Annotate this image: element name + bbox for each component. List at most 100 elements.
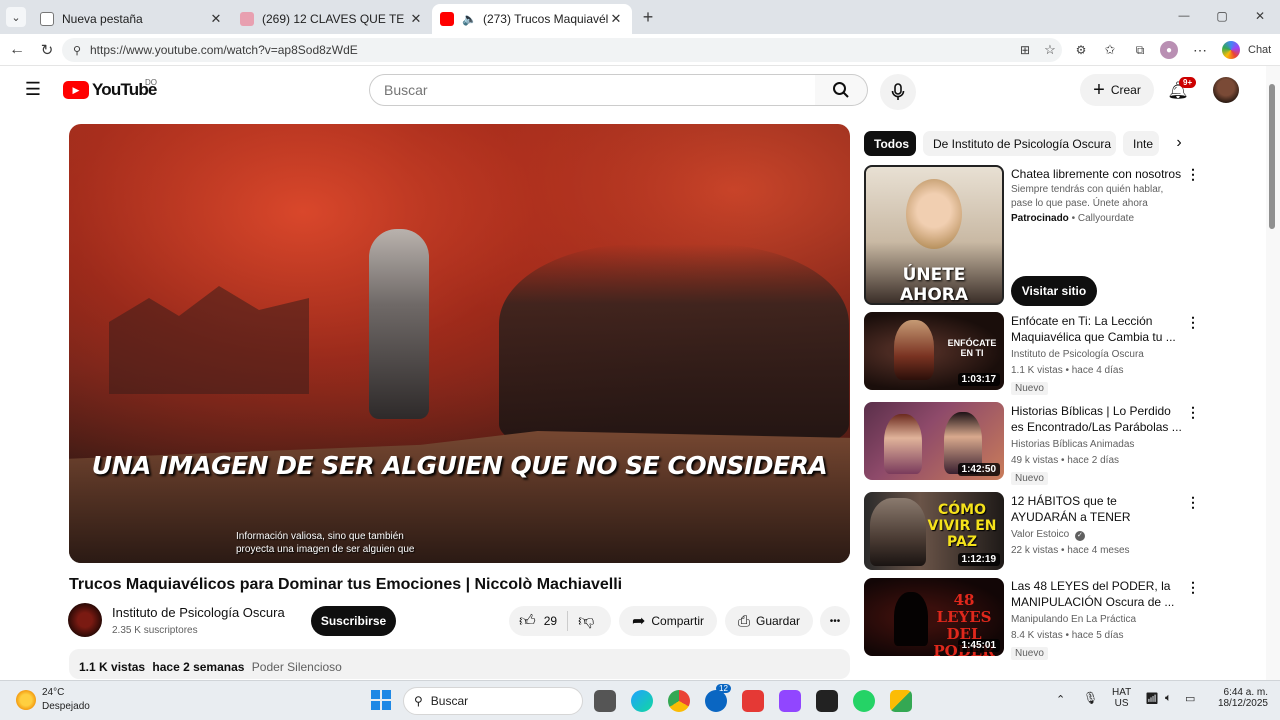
microphone-icon[interactable]: 🎙︎	[1083, 691, 1098, 705]
ad-sponsor-line: Patrocinado • Callyourdate	[1011, 213, 1135, 224]
app-icon[interactable]	[890, 690, 912, 712]
tab-youtube-12-claves[interactable]: (269) 12 CLAVES QUE TE HARÁN S ✕	[232, 4, 432, 34]
url-text: https://www.youtube.com/watch?v=ap8Sod8z…	[90, 43, 358, 57]
kebab-menu-icon[interactable]: ⋮	[1186, 579, 1200, 596]
profile-icon[interactable]: ●	[1160, 41, 1178, 59]
collections-icon[interactable]: ⧉	[1132, 42, 1148, 58]
language-code: HAT	[1112, 687, 1132, 698]
tab-list-chevron-icon[interactable]: ⌄	[6, 7, 26, 27]
ad-thumbnail[interactable]: ÚNETE AHORA	[864, 165, 1004, 305]
windows-start-icon[interactable]	[371, 690, 391, 710]
tab-new-tab[interactable]: Nueva pestaña ✕	[32, 4, 232, 34]
taskbar-search-box[interactable]: ⚲ Buscar	[403, 687, 583, 715]
army-image	[499, 244, 849, 444]
video-title[interactable]: Enfócate en Ti: La Lección Maquiavélica …	[1011, 313, 1183, 345]
channel-name[interactable]: Valor Estoico	[1011, 529, 1069, 540]
ad-thumb-line: AHORA	[899, 285, 969, 305]
search-icon: ⚲	[414, 694, 423, 708]
video-thumbnail[interactable]: CÓMO VIVIR EN PAZ 1:12:19	[864, 492, 1004, 570]
channel-avatar[interactable]	[68, 603, 102, 637]
user-avatar[interactable]	[1213, 77, 1239, 103]
like-icon[interactable]: 👍︎	[519, 612, 536, 631]
speaker-icon[interactable]: 🔈	[462, 12, 477, 26]
search-button[interactable]	[815, 74, 868, 106]
back-arrow-icon[interactable]: ←	[8, 41, 26, 59]
video-title[interactable]: 12 HÁBITOS que te AYUDARÁN a TENER CONTR…	[1011, 493, 1183, 525]
clock[interactable]: 6:44 a. m. 18/12/2025	[1210, 687, 1268, 709]
subscribe-button[interactable]: Suscribirse	[311, 606, 396, 636]
favorites-icon[interactable]: ✩	[1102, 42, 1118, 58]
chat-label[interactable]: Chat	[1248, 44, 1271, 56]
channel-name[interactable]: Instituto de Psicología Oscura	[112, 605, 285, 620]
whatsapp-icon[interactable]	[853, 690, 875, 712]
youtube-favicon-icon	[440, 12, 454, 26]
visit-site-button[interactable]: Visitar sitio	[1011, 276, 1097, 306]
twitch-icon[interactable]	[779, 690, 801, 712]
scrollbar-thumb[interactable]	[1269, 84, 1275, 229]
more-actions-button[interactable]: •••	[820, 606, 850, 636]
extensions-icon[interactable]: ⚙	[1073, 42, 1089, 58]
store-icon[interactable]	[705, 690, 727, 712]
description-box[interactable]: 1.1 K vistas hace 2 semanas Poder Silenc…	[69, 649, 850, 679]
app-grid-icon[interactable]: ⊞	[1017, 42, 1033, 58]
tab-close-icon[interactable]: ✕	[408, 11, 424, 27]
kebab-menu-icon[interactable]: ⋮	[1186, 314, 1200, 331]
capcut-icon[interactable]	[816, 690, 838, 712]
youtube-logo[interactable]: ▶ YouTube	[63, 80, 157, 100]
video-title[interactable]: Las 48 LEYES del PODER, la MANIPULACIÓN …	[1011, 578, 1183, 610]
kebab-menu-icon[interactable]: ⋮	[1186, 404, 1200, 421]
kebab-menu-icon[interactable]: ⋮	[1186, 166, 1200, 183]
tab-close-icon[interactable]: ✕	[608, 11, 624, 27]
like-count[interactable]: 29	[544, 614, 557, 628]
volume-icon[interactable]: 🔈︎	[1165, 692, 1172, 705]
battery-icon[interactable]: ▭	[1185, 692, 1195, 705]
kebab-menu-icon[interactable]: ⋮	[1186, 494, 1200, 511]
more-menu-icon[interactable]: ⋯	[1192, 42, 1208, 58]
video-title[interactable]: Historias Bíblicas | Lo Perdido es Encon…	[1011, 403, 1183, 435]
video-player[interactable]: UNA IMAGEN DE SER ALGUIEN QUE NO SE CONS…	[69, 124, 850, 563]
create-button[interactable]: + Crear	[1080, 74, 1154, 106]
chevron-up-icon[interactable]: ⌃	[1056, 693, 1065, 706]
voice-search-button[interactable]	[880, 74, 916, 110]
subscriber-count: 2.35 K suscriptores	[112, 625, 198, 636]
ad-thumb-text: ÚNETE AHORA	[866, 265, 1002, 305]
chip-all[interactable]: Todos	[864, 131, 916, 156]
description-tag[interactable]: Poder Silencioso	[252, 660, 342, 674]
weather-desc[interactable]: Despejado	[42, 701, 90, 712]
wps-office-icon[interactable]	[742, 690, 764, 712]
wifi-icon[interactable]: 📶︎	[1145, 692, 1159, 705]
ad-title[interactable]: Chatea libremente con nosotros	[1011, 166, 1183, 182]
edge-browser-icon[interactable]	[631, 690, 653, 712]
reload-icon[interactable]: ↻	[38, 41, 56, 59]
share-button[interactable]: ➦ Compartir	[619, 606, 717, 636]
video-thumbnail[interactable]: 1:42:50	[864, 402, 1004, 480]
new-tab-button[interactable]: +	[638, 6, 658, 28]
language-indicator[interactable]: HAT US	[1112, 687, 1131, 709]
chevron-right-icon[interactable]: ›	[1170, 134, 1188, 152]
dislike-icon[interactable]: 👎︎	[578, 612, 594, 631]
hamburger-menu-icon[interactable]: ☰	[24, 79, 42, 99]
maximize-button[interactable]: ▢	[1214, 8, 1230, 24]
task-view-icon[interactable]	[594, 690, 616, 712]
address-bar[interactable]: ⚲ https://www.youtube.com/watch?v=ap8Sod…	[62, 38, 1062, 62]
copilot-icon[interactable]	[1222, 41, 1240, 59]
chip-partial[interactable]: Inte	[1123, 131, 1159, 156]
close-window-button[interactable]: ✕	[1252, 8, 1268, 24]
search-input[interactable]: Buscar	[369, 74, 816, 106]
video-thumbnail[interactable]: ENFÓCATE EN TI 1:03:17	[864, 312, 1004, 390]
weather-sun-icon[interactable]	[16, 690, 36, 710]
video-thumbnail[interactable]: 48 LEYES DEL PODER 1:45:01	[864, 578, 1004, 656]
weather-temp[interactable]: 24°C	[42, 687, 64, 698]
tab-youtube-trucos[interactable]: 🔈 (273) Trucos Maquiavélicos pa ✕	[432, 4, 632, 34]
favorite-star-icon[interactable]: ☆	[1042, 42, 1058, 58]
chrome-icon[interactable]	[668, 690, 690, 712]
channel-name[interactable]: Historias Bíblicas Animadas	[1011, 439, 1134, 450]
channel-name[interactable]: Instituto de Psicología Oscura	[1011, 349, 1144, 360]
channel-name[interactable]: Manipulando En La Práctica	[1011, 614, 1136, 625]
video-meta: 8.4 K vistas • hace 5 días	[1011, 630, 1124, 641]
site-info-icon[interactable]: ⚲	[70, 43, 84, 57]
tab-close-icon[interactable]: ✕	[208, 11, 224, 27]
chip-channel[interactable]: De Instituto de Psicología Oscura	[923, 131, 1116, 156]
minimize-button[interactable]: —	[1176, 8, 1192, 24]
save-button[interactable]: ⎙ Guardar	[725, 606, 813, 636]
